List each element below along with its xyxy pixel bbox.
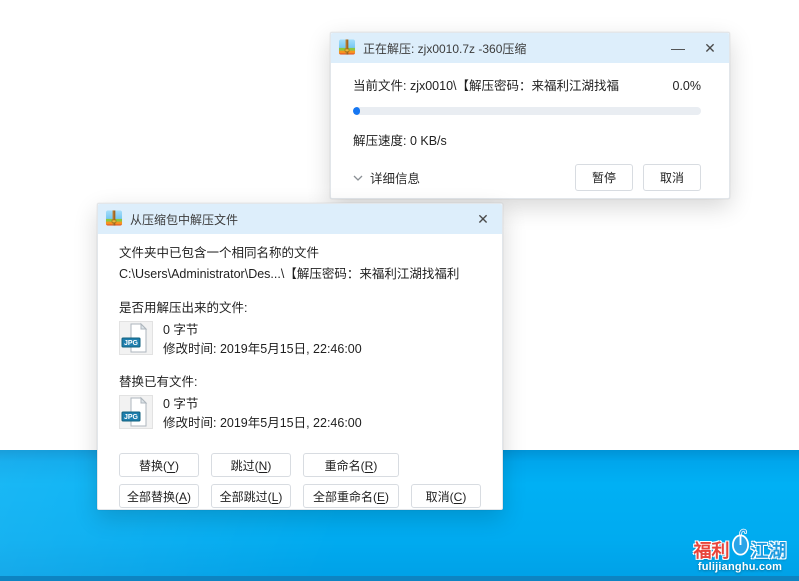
jpg-badge-text: JPG	[124, 413, 139, 420]
window-controls: — ✕	[669, 41, 719, 55]
conflict-dialog-body: 文件夹中已包含一个相同名称的文件 C:\Users\Administrator\…	[98, 234, 502, 508]
watermark-domain: fulijianghu.com	[684, 561, 796, 573]
pause-button[interactable]: 暂停	[575, 164, 633, 191]
cancel-conflict-button[interactable]: 取消(C)	[411, 484, 481, 508]
speed-text: 解压速度: 0 KB/s	[353, 130, 701, 149]
jpg-file-icon: JPG	[119, 321, 153, 358]
conflict-dialog-title: 从压缩包中解压文件	[130, 211, 238, 228]
minimize-icon[interactable]: —	[669, 41, 687, 55]
progress-dialog-title: 正在解压: zjx0010.7z -360压缩	[363, 40, 526, 57]
conflict-buttons-row2: 全部替换(A) 全部跳过(L) 全部重命名(E) 取消(C)	[119, 484, 482, 508]
progress-dialog: 正在解压: zjx0010.7z -360压缩 — ✕ 当前文件: zjx001…	[330, 32, 730, 199]
details-toggle-label: 详细信息	[370, 168, 420, 187]
cancel-button[interactable]: 取消	[643, 164, 701, 191]
existing-file-meta: 0 字节 修改时间: 2019年5月15日, 22:46:00	[163, 396, 362, 431]
conflict-message: 文件夹中已包含一个相同名称的文件	[119, 244, 482, 262]
close-icon[interactable]: ✕	[701, 41, 719, 55]
progress-percent: 0.0%	[673, 79, 702, 93]
chevron-down-icon	[353, 175, 363, 181]
wallpaper-bottom-strip	[0, 576, 799, 581]
watermark-brand-row: 福利 江湖	[684, 527, 796, 560]
existing-file-size: 0 字节	[163, 396, 362, 412]
mouse-icon	[731, 527, 750, 561]
existing-file-modified: 修改时间: 2019年5月15日, 22:46:00	[163, 415, 362, 431]
desktop: 正在解压: zjx0010.7z -360压缩 — ✕ 当前文件: zjx001…	[0, 0, 799, 581]
progress-dialog-buttons: 暂停 取消	[575, 164, 701, 191]
360zip-app-icon	[338, 38, 356, 59]
progress-dialog-titlebar[interactable]: 正在解压: zjx0010.7z -360压缩 — ✕	[331, 33, 729, 63]
jpg-badge-text: JPG	[124, 339, 139, 346]
new-file-meta: 0 字节 修改时间: 2019年5月15日, 22:46:00	[163, 322, 362, 357]
watermark-brand-left: 福利	[694, 542, 730, 560]
current-file-text: 当前文件: zjx0010\【解压密码：来福利江湖找福	[353, 75, 619, 94]
current-file-row: 当前文件: zjx0010\【解压密码：来福利江湖找福 0.0%	[353, 75, 701, 94]
progress-bar-fill	[353, 107, 360, 115]
watermark-brand-right: 江湖	[751, 542, 787, 560]
rename-all-button[interactable]: 全部重命名(E)	[303, 484, 399, 508]
site-watermark: 福利 江湖 fulijianghu.com	[684, 527, 796, 573]
replace-all-button[interactable]: 全部替换(A)	[119, 484, 199, 508]
new-file-label: 是否用解压出来的文件:	[119, 299, 482, 317]
replace-button[interactable]: 替换(Y)	[119, 453, 199, 477]
new-file-info: JPG 0 字节 修改时间: 2019年5月15日, 22:46:00	[119, 321, 482, 357]
conflict-dialog: 从压缩包中解压文件 ✕ 文件夹中已包含一个相同名称的文件 C:\Users\Ad…	[97, 203, 503, 510]
jpg-file-icon: JPG	[119, 395, 153, 432]
close-icon[interactable]: ✕	[474, 212, 492, 226]
conflict-dialog-titlebar[interactable]: 从压缩包中解压文件 ✕	[98, 204, 502, 234]
new-file-size: 0 字节	[163, 322, 362, 338]
conflict-path: C:\Users\Administrator\Des...\【解压密码：来福利江…	[119, 265, 482, 283]
new-file-modified: 修改时间: 2019年5月15日, 22:46:00	[163, 341, 362, 357]
360zip-app-icon	[105, 209, 123, 230]
existing-file-info: JPG 0 字节 修改时间: 2019年5月15日, 22:46:00	[119, 395, 482, 431]
progress-dialog-footer: 详细信息 暂停 取消	[353, 164, 701, 191]
skip-button[interactable]: 跳过(N)	[211, 453, 291, 477]
rename-button[interactable]: 重命名(R)	[303, 453, 399, 477]
conflict-buttons-row1: 替换(Y) 跳过(N) 重命名(R)	[119, 453, 482, 477]
skip-all-button[interactable]: 全部跳过(L)	[211, 484, 291, 508]
existing-file-label: 替换已有文件:	[119, 373, 482, 391]
details-toggle[interactable]: 详细信息	[353, 168, 420, 187]
progress-dialog-body: 当前文件: zjx0010\【解压密码：来福利江湖找福 0.0% 解压速度: 0…	[331, 63, 729, 191]
progress-bar	[353, 107, 701, 115]
window-controls: ✕	[474, 212, 492, 226]
